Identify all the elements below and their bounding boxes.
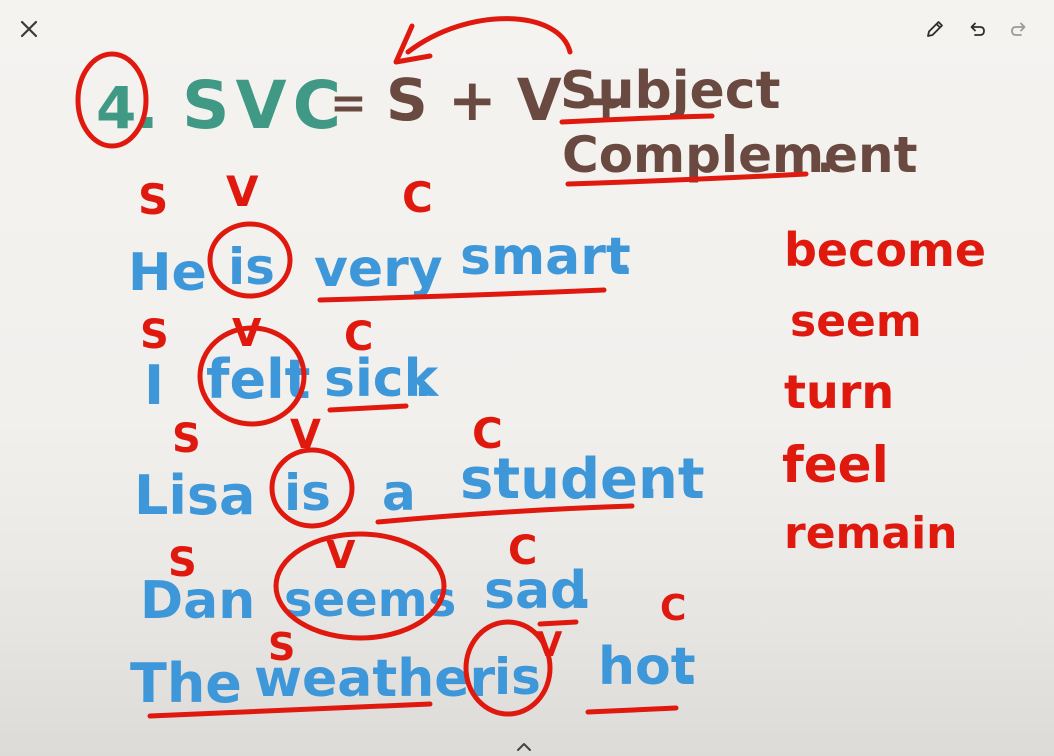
label-c: C [660, 588, 686, 629]
label-s: S [138, 175, 168, 224]
word-verb: is [284, 464, 331, 522]
word: a [382, 464, 416, 522]
heading-number: 4. [96, 74, 158, 142]
heading: 4. SVC = S + V + Subject Complement . [75, 16, 918, 187]
label-s: S [172, 416, 201, 462]
word-complement: smart [460, 227, 631, 287]
word-subject: The [130, 652, 242, 715]
sentence-2: S V C I felt sick . [140, 311, 440, 427]
word-period: . [574, 564, 592, 620]
word-period: . [614, 230, 632, 286]
redo-button[interactable] [1004, 14, 1034, 44]
verb-list-item: remain [784, 508, 958, 559]
pencil-icon [927, 21, 943, 37]
pen-tool-button[interactable] [920, 14, 950, 44]
heading-pattern: SVC [182, 67, 347, 144]
close-icon [20, 20, 38, 38]
word-subject: I [144, 354, 164, 417]
whiteboard-canvas[interactable]: 4. SVC = S + V + Subject Complement . S … [0, 0, 1054, 756]
complement-underline [585, 705, 679, 715]
word-subject: Lisa [134, 464, 256, 527]
word-verb: is [494, 648, 541, 706]
word-subject: He [128, 243, 207, 303]
expand-panel-handle[interactable] [512, 740, 536, 754]
verb-list-item: seem [790, 296, 922, 347]
chevron-up-icon [517, 743, 531, 751]
verb-list: become seem turn feel remain [782, 223, 986, 559]
word-subject: weather [254, 649, 496, 709]
sentence-4: S V C Dan seems sad . [140, 528, 592, 641]
arrow-head [393, 23, 433, 65]
redo-icon [1011, 22, 1026, 36]
verb-list-item: become [784, 223, 986, 277]
undo-icon [970, 22, 985, 36]
sentence-1: S V C He is very smart . [128, 167, 632, 303]
word-period: . [680, 640, 698, 696]
undo-button[interactable] [962, 14, 992, 44]
word-complement: student [460, 447, 705, 512]
word-verb: is [228, 238, 275, 296]
word-subject: Dan [140, 571, 255, 631]
complement-underline [537, 619, 579, 627]
word: very [314, 239, 443, 299]
heading-equals: = [330, 78, 367, 129]
label-s: S [140, 312, 169, 358]
verb-list-item: feel [782, 436, 889, 494]
close-button[interactable] [14, 14, 44, 44]
word-period: . [640, 454, 658, 510]
verb-list-item: turn [784, 365, 894, 419]
word-period: . [414, 352, 432, 408]
word-verb: seems [284, 572, 456, 628]
word-complement: sad [484, 561, 587, 621]
label-v: V [226, 167, 259, 216]
arrow-curve [405, 16, 573, 55]
label-c: C [402, 173, 433, 222]
heading-period: . [816, 126, 835, 184]
sentence-3: S V C Lisa is a student . [134, 409, 705, 529]
heading-subject: Subject [560, 61, 780, 121]
